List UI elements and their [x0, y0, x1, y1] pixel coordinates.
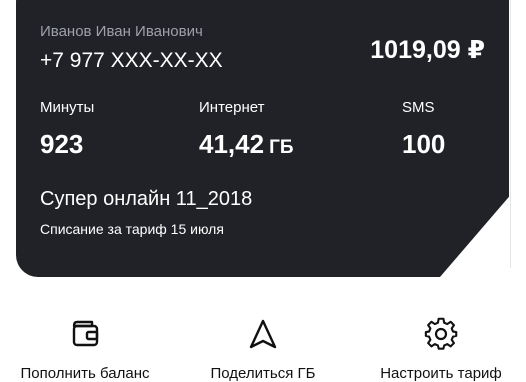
sms-label: SMS [402, 99, 435, 116]
wallet-icon [67, 316, 103, 357]
internet-value: 41,42 ГБ [199, 129, 294, 159]
configure-tariff-label: Настроить тариф [380, 365, 502, 382]
share-gb-label: Поделиться ГБ [210, 365, 316, 382]
minutes-value: 923 [40, 129, 84, 159]
gear-icon [423, 316, 459, 357]
owner-name: Иванов Иван Иванович [40, 23, 203, 40]
top-up-balance-label: Пополнить баланс [20, 365, 150, 382]
internet-label: Интернет [199, 99, 265, 116]
tariff-charge-date: Списание за тариф 15 июля [40, 221, 224, 237]
phone-number: +7 977 XXX-XX-XX [40, 49, 223, 72]
sms-value: 100 [402, 129, 446, 159]
navigation-arrow-icon [245, 316, 281, 357]
quick-actions: Пополнить баланс Поделиться ГБ Настроить… [0, 310, 526, 382]
account-card[interactable]: Иванов Иван Иванович +7 977 XXX-XX-XX 10… [16, 0, 509, 277]
balance-amount: 1019,09 ₽ [370, 36, 485, 64]
next-card-edge[interactable] [510, 0, 526, 268]
internet-unit: ГБ [269, 137, 294, 158]
minutes-label: Минуты [40, 99, 95, 116]
tariff-name: Супер онлайн 11_2018 [40, 188, 253, 210]
